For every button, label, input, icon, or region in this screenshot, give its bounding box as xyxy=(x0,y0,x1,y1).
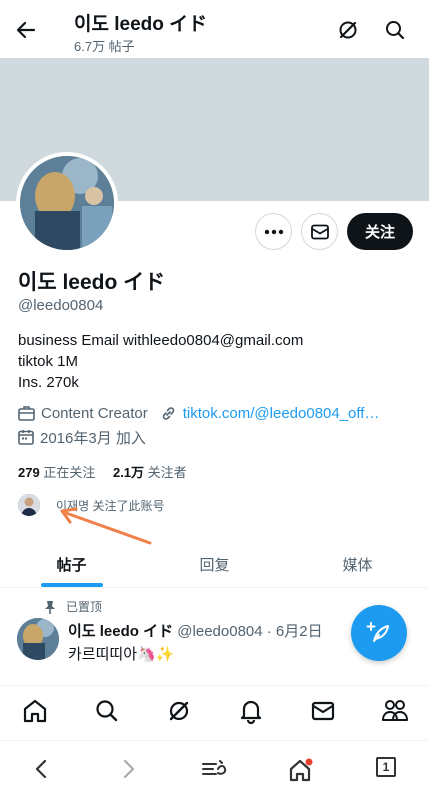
browser-back-icon[interactable] xyxy=(30,757,54,786)
post-text: 카르띠띠아🦄✨ xyxy=(68,646,175,663)
follow-counts: 279 正在关注 2.1万 关注者 xyxy=(18,462,187,481)
top-bar xyxy=(0,0,429,58)
grok-icon[interactable] xyxy=(336,18,360,42)
reader-menu-icon[interactable] xyxy=(200,757,228,786)
profile-category: Content Creator xyxy=(41,404,148,422)
tab-replies[interactable]: 回复 xyxy=(143,540,286,588)
messages-envelope-icon[interactable] xyxy=(310,698,336,729)
link-icon xyxy=(160,405,177,422)
post-header: 이도 leedo イド @leedo0804 · 6月2日 xyxy=(68,620,323,641)
active-tab-indicator xyxy=(41,583,103,587)
header-title: 이도 leedo イド xyxy=(74,14,208,35)
post-meta: @leedo0804 · 6月2日 xyxy=(177,623,323,640)
tab-posts[interactable]: 帖子 xyxy=(0,540,143,588)
profile-website-link[interactable]: tiktok.com/@leedo0804_off… xyxy=(183,405,380,422)
pinned-indicator: 已置顶 xyxy=(44,598,102,615)
more-dots-icon xyxy=(264,229,283,234)
profile-handle: @leedo0804 xyxy=(18,297,104,314)
back-arrow-icon[interactable] xyxy=(14,18,38,42)
envelope-icon xyxy=(310,224,329,239)
bottom-nav xyxy=(0,685,429,737)
pin-icon xyxy=(44,600,56,614)
profile-bio: business Email withleedo0804@gmail.com t… xyxy=(18,332,304,391)
feather-plus-icon xyxy=(366,622,389,642)
profile-joined-row: 2016年3月 加入 xyxy=(18,427,146,447)
post-author-avatar[interactable] xyxy=(17,618,59,660)
calendar-icon xyxy=(18,429,34,445)
explore-search-icon[interactable] xyxy=(94,698,120,729)
home-icon[interactable] xyxy=(22,698,48,729)
compose-post-button[interactable] xyxy=(351,605,407,661)
search-icon[interactable] xyxy=(383,18,407,42)
followers-stat[interactable]: 2.1万 关注者 xyxy=(113,465,187,480)
profile-meta-row: Content Creator tiktok.com/@leedo0804_of… xyxy=(18,403,379,423)
pinned-label: 已置顶 xyxy=(66,600,103,614)
profile-avatar[interactable] xyxy=(16,152,118,254)
browser-forward-icon[interactable] xyxy=(116,757,140,786)
tab-switcher-button[interactable]: 1 xyxy=(376,757,396,777)
tab-media[interactable]: 媒体 xyxy=(286,540,429,588)
notifications-bell-icon[interactable] xyxy=(238,698,264,729)
message-button[interactable] xyxy=(301,213,338,250)
more-options-button[interactable] xyxy=(255,213,292,250)
profile-name: 이도 leedo イド xyxy=(18,271,166,294)
header-post-count: 6.7万 帖子 xyxy=(74,39,135,54)
communities-icon[interactable] xyxy=(381,698,409,729)
follower-avatar xyxy=(18,494,40,516)
follow-button[interactable]: 关注 xyxy=(347,213,413,250)
profile-tabs: 帖子 回复 媒体 xyxy=(0,540,429,588)
post-author-name[interactable]: 이도 leedo イド xyxy=(68,623,173,640)
system-nav-bar: 1 xyxy=(0,740,429,800)
browser-home-icon[interactable] xyxy=(287,757,315,788)
profile-joined: 2016年3月 加入 xyxy=(40,429,146,447)
following-stat[interactable]: 279 正在关注 xyxy=(18,465,95,480)
briefcase-icon xyxy=(18,405,35,421)
grok-nav-icon[interactable] xyxy=(166,698,192,729)
tab-count: 1 xyxy=(376,757,396,777)
